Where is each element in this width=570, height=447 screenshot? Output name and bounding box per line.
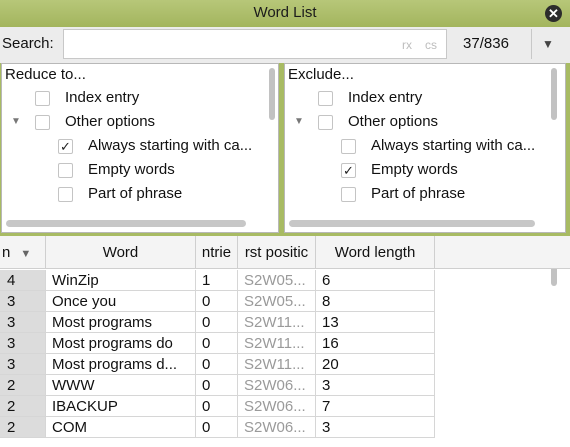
- count-cell[interactable]: 2: [0, 396, 46, 417]
- option-label: Empty words: [371, 161, 458, 178]
- entries-cell[interactable]: 0: [196, 291, 238, 312]
- checkbox[interactable]: [35, 115, 50, 130]
- option-label: Index entry: [65, 89, 140, 106]
- entries-cell[interactable]: 0: [196, 396, 238, 417]
- word-length-cell[interactable]: 13: [316, 312, 435, 333]
- word-length-cell[interactable]: 3: [316, 417, 435, 438]
- exclude-option[interactable]: Always starting with ca...: [285, 136, 547, 160]
- checkbox[interactable]: [318, 115, 333, 130]
- word-cell[interactable]: COM: [46, 417, 196, 438]
- option-label: Part of phrase: [371, 185, 466, 202]
- reduce-horizontal-scrollbar[interactable]: [6, 220, 246, 227]
- count-cell[interactable]: 4: [0, 270, 46, 291]
- checkbox[interactable]: [341, 187, 356, 202]
- first-position-cell[interactable]: S2W05...: [238, 291, 316, 312]
- option-label: Index entry: [348, 89, 423, 106]
- window-title: Word List: [253, 4, 317, 21]
- count-cell[interactable]: 2: [0, 417, 46, 438]
- search-label: Search:: [2, 35, 54, 52]
- search-bar: Search: rx cs 37/836 ▼: [0, 27, 570, 63]
- word-column-header[interactable]: Word: [46, 236, 196, 269]
- exclude-vertical-scrollbar[interactable]: [551, 68, 557, 120]
- word-cell[interactable]: Most programs do: [46, 333, 196, 354]
- option-label: Always starting with ca...: [88, 137, 253, 154]
- entries-cell[interactable]: 1: [196, 270, 238, 291]
- checkbox[interactable]: ✓: [341, 163, 356, 178]
- exclude-horizontal-scrollbar[interactable]: [289, 220, 535, 227]
- first-position-cell[interactable]: S2W11...: [238, 354, 316, 375]
- first-position-cell[interactable]: S2W06...: [238, 396, 316, 417]
- count-column-header[interactable]: n ▼: [0, 236, 46, 269]
- first-position-column-header[interactable]: rst positic: [238, 236, 316, 269]
- entries-cell[interactable]: 0: [196, 354, 238, 375]
- word-cell[interactable]: IBACKUP: [46, 396, 196, 417]
- search-input[interactable]: [63, 29, 447, 59]
- entries-cell[interactable]: 0: [196, 312, 238, 333]
- exclude-option[interactable]: Index entry: [285, 88, 547, 112]
- result-count: 37/836: [463, 35, 509, 52]
- word-length-cell[interactable]: 6: [316, 270, 435, 291]
- reduce-option[interactable]: ✓ Always starting with ca...: [2, 136, 264, 160]
- chevron-down-icon[interactable]: ▼: [531, 29, 564, 59]
- header-filler: [435, 236, 570, 269]
- exclude-option[interactable]: ✓ Empty words: [285, 160, 547, 184]
- count-cell[interactable]: 3: [0, 333, 46, 354]
- first-position-cell[interactable]: S2W11...: [238, 333, 316, 354]
- disclosure-triangle-icon[interactable]: ▼: [294, 116, 304, 127]
- title-bar: Word List ✕: [0, 0, 570, 28]
- column-label: n: [2, 244, 11, 261]
- word-length-cell[interactable]: 7: [316, 396, 435, 417]
- exclude-panel: Exclude... Index entry ▼ Other options Alwa…: [284, 63, 566, 233]
- first-position-cell[interactable]: S2W11...: [238, 312, 316, 333]
- case-sensitive-toggle[interactable]: cs: [425, 38, 437, 52]
- word-cell[interactable]: Most programs: [46, 312, 196, 333]
- exclude-option[interactable]: ▼ Other options: [285, 112, 547, 136]
- count-cell[interactable]: 2: [0, 375, 46, 396]
- reduce-option[interactable]: Empty words: [2, 160, 264, 184]
- reduce-to-panel: Reduce to... Index entry ▼ Other options ✓ A…: [1, 63, 279, 233]
- word-table: n ▼ Word ntrie rst positic Word length 4 WinZip…: [0, 236, 570, 447]
- disclosure-triangle-icon[interactable]: ▼: [11, 116, 21, 127]
- word-length-cell[interactable]: 3: [316, 375, 435, 396]
- word-length-cell[interactable]: 8: [316, 291, 435, 312]
- option-label: Always starting with ca...: [371, 137, 536, 154]
- close-icon[interactable]: ✕: [545, 5, 562, 22]
- count-cell[interactable]: 3: [0, 312, 46, 333]
- word-cell[interactable]: WinZip: [46, 270, 196, 291]
- word-length-cell[interactable]: 20: [316, 354, 435, 375]
- count-cell[interactable]: 3: [0, 291, 46, 312]
- entries-cell[interactable]: 0: [196, 333, 238, 354]
- word-cell[interactable]: Once you: [46, 291, 196, 312]
- option-label: Empty words: [88, 161, 175, 178]
- regex-toggle[interactable]: rx: [402, 38, 412, 52]
- checkbox[interactable]: ✓: [58, 139, 73, 154]
- exclude-option[interactable]: Part of phrase: [285, 184, 547, 208]
- reduce-option[interactable]: ▼ Other options: [2, 112, 264, 136]
- sort-down-icon: ▼: [20, 248, 32, 260]
- reduce-option[interactable]: Part of phrase: [2, 184, 264, 208]
- checkbox[interactable]: [58, 163, 73, 178]
- first-position-cell[interactable]: S2W06...: [238, 375, 316, 396]
- reduce-option[interactable]: Index entry: [2, 88, 264, 112]
- count-cell[interactable]: 3: [0, 354, 46, 375]
- checkbox[interactable]: [58, 187, 73, 202]
- option-label: Other options: [348, 113, 439, 130]
- word-cell[interactable]: Most programs d...: [46, 354, 196, 375]
- entries-cell[interactable]: 0: [196, 417, 238, 438]
- entries-cell[interactable]: 0: [196, 375, 238, 396]
- checkbox[interactable]: [318, 91, 333, 106]
- entries-column-header[interactable]: ntrie: [196, 236, 238, 269]
- exclude-header: Exclude...: [288, 66, 354, 83]
- checkbox[interactable]: [35, 91, 50, 106]
- word-length-cell[interactable]: 16: [316, 333, 435, 354]
- reduce-to-header: Reduce to...: [5, 66, 86, 83]
- option-label: Part of phrase: [88, 185, 183, 202]
- option-label: Other options: [65, 113, 156, 130]
- first-position-cell[interactable]: S2W05...: [238, 270, 316, 291]
- word-cell[interactable]: WWW: [46, 375, 196, 396]
- checkbox[interactable]: [341, 139, 356, 154]
- first-position-cell[interactable]: S2W06...: [238, 417, 316, 438]
- reduce-vertical-scrollbar[interactable]: [269, 68, 275, 120]
- word-length-column-header[interactable]: Word length: [316, 236, 435, 269]
